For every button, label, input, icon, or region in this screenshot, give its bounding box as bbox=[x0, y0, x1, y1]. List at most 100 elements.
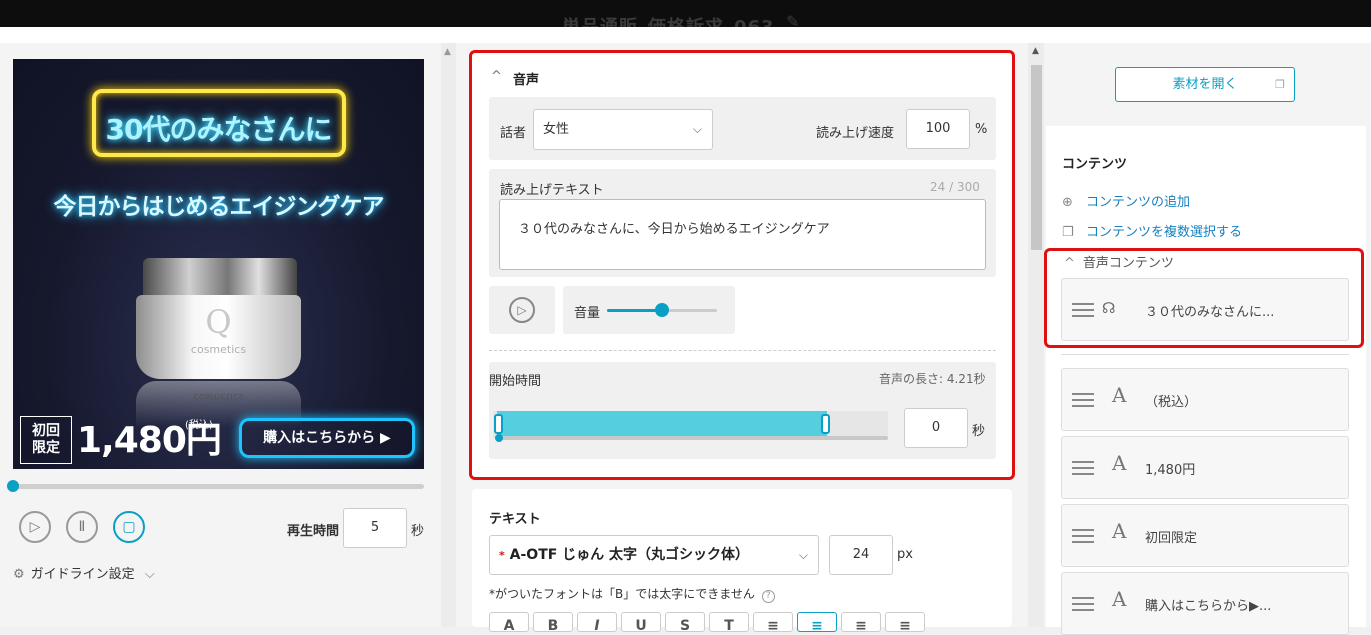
list-item-label: 初回限定 bbox=[1145, 531, 1198, 546]
drag-handle-icon[interactable] bbox=[1072, 529, 1094, 543]
list-item-label: 購入はこちらから▶... bbox=[1145, 599, 1272, 614]
first-time-line2: 限定 bbox=[32, 440, 60, 456]
banner-headline: 30代のみなさんに bbox=[105, 113, 333, 146]
list-item-label: 1,480円 bbox=[1145, 463, 1196, 478]
open-material-button[interactable]: 素材を開く ❐ bbox=[1115, 67, 1295, 102]
tts-text-label: 読み上げテキスト bbox=[500, 183, 604, 198]
text-color-button[interactable]: A bbox=[489, 612, 529, 632]
speed-unit: % bbox=[975, 122, 988, 137]
open-material-label: 素材を開く bbox=[1172, 77, 1238, 92]
jar-brand: Q bbox=[205, 303, 232, 341]
drag-handle-icon[interactable] bbox=[1072, 461, 1094, 475]
add-content-link[interactable]: ⊕ コンテンツの追加 bbox=[1062, 191, 1190, 210]
window-icon: ❐ bbox=[1275, 78, 1285, 91]
project-title[interactable]: 単品通販_価格訴求_063 bbox=[562, 13, 775, 27]
play-time-label: 再生時間 bbox=[287, 524, 340, 539]
font-note: *がついたフォントは「B」では太字にできません ? bbox=[489, 585, 775, 603]
banner-subheadline: 今日からはじめるエイジングケア bbox=[53, 194, 385, 220]
first-time-line1: 初回 bbox=[32, 423, 60, 439]
italic-button[interactable]: I bbox=[577, 612, 617, 632]
align-left-button[interactable]: ≡ bbox=[753, 612, 793, 632]
align-right-button[interactable]: ≡ bbox=[841, 612, 881, 632]
font-size-unit: px bbox=[897, 547, 913, 562]
speed-label: 読み上げ速度 bbox=[816, 126, 895, 141]
volume-fill bbox=[607, 309, 662, 312]
font-value: A-OTF じゅん 太字（丸ゴシック体） bbox=[509, 547, 750, 563]
scroll-up-icon[interactable]: ▲ bbox=[1032, 46, 1039, 56]
timeline-position-dot[interactable] bbox=[495, 434, 503, 442]
audio-section-title[interactable]: 音声 bbox=[513, 69, 539, 88]
seek-knob[interactable] bbox=[7, 480, 19, 492]
audio-clip-range[interactable] bbox=[497, 411, 827, 438]
underline-button[interactable]: U bbox=[621, 612, 661, 632]
volume-knob[interactable] bbox=[655, 303, 669, 317]
drag-handle-icon[interactable] bbox=[1072, 597, 1094, 611]
font-size-input[interactable]: 24 bbox=[829, 535, 893, 575]
banner-preview[interactable]: 30代のみなさんに 今日からはじめるエイジングケア Q cosmetics co… bbox=[13, 59, 424, 469]
chevron-down-icon: ⌵ bbox=[692, 122, 702, 136]
list-item[interactable]: A 初回限定 bbox=[1061, 504, 1349, 567]
list-item[interactable]: A （税込） bbox=[1061, 368, 1349, 431]
pause-icon[interactable]: Ⅱ bbox=[66, 511, 98, 543]
play-icon[interactable]: ▷ bbox=[509, 297, 535, 323]
cosmetic-jar: Q cosmetics bbox=[136, 295, 301, 379]
list-divider bbox=[1061, 354, 1349, 355]
text-style-button[interactable]: T bbox=[709, 612, 749, 632]
multi-select-icon: ❐ bbox=[1062, 225, 1074, 240]
font-select[interactable]: * A-OTF じゅん 太字（丸ゴシック体） ⌵ bbox=[489, 535, 819, 575]
text-layer-icon: A bbox=[1112, 519, 1127, 543]
seek-bar[interactable] bbox=[7, 480, 424, 492]
align-center-button[interactable]: ≡ bbox=[797, 612, 837, 632]
scroll-thumb[interactable] bbox=[1031, 65, 1042, 250]
contents-title: コンテンツ bbox=[1062, 157, 1128, 172]
range-end-handle[interactable] bbox=[821, 414, 830, 434]
tts-textarea[interactable]: ３０代のみなさんに、今日から始めるエイジングケア bbox=[499, 199, 986, 270]
char-counter: 24 / 300 bbox=[930, 180, 980, 194]
pencil-icon[interactable]: ✎ bbox=[786, 12, 799, 27]
bold-button[interactable]: B bbox=[533, 612, 573, 632]
play-icon[interactable]: ▷ bbox=[19, 511, 51, 543]
speed-input[interactable]: 100 bbox=[906, 109, 970, 149]
guideline-settings[interactable]: ⚙ ガイドライン設定 ⌵ bbox=[13, 563, 161, 582]
plus-circle-icon: ⊕ bbox=[1062, 195, 1073, 210]
speaker-label: 話者 bbox=[500, 126, 527, 141]
play-time-input[interactable]: 5 bbox=[343, 508, 407, 548]
range-start-handle[interactable] bbox=[494, 414, 503, 434]
audio-contents-highlight bbox=[1044, 248, 1364, 348]
properties-scrollbar[interactable]: ▲ bbox=[1028, 43, 1044, 627]
speaker-value: 女性 bbox=[543, 122, 570, 137]
speaker-select[interactable]: 女性 ⌵ bbox=[533, 109, 713, 150]
stop-icon[interactable]: ▢ bbox=[113, 511, 145, 543]
start-time-label: 開始時間 bbox=[489, 374, 542, 389]
add-content-label: コンテンツの追加 bbox=[1086, 195, 1191, 210]
text-layer-icon: A bbox=[1112, 451, 1127, 475]
line-spacing-button[interactable]: ≡ bbox=[885, 612, 925, 632]
jar-label: cosmetics bbox=[190, 343, 247, 356]
list-item[interactable]: A 1,480円 bbox=[1061, 436, 1349, 499]
collapse-icon[interactable]: ^ bbox=[491, 69, 502, 84]
duration-text: 音声の長さ: 4.21秒 bbox=[879, 372, 986, 386]
volume-label: 音量 bbox=[574, 306, 601, 321]
help-icon[interactable]: ? bbox=[761, 590, 775, 603]
list-item[interactable]: A 購入はこちらから▶... bbox=[1061, 572, 1349, 635]
gear-icon: ⚙ bbox=[13, 567, 25, 582]
jar-lid bbox=[143, 258, 297, 298]
title-bar: 単品通販_価格訴求_063 ✎ bbox=[0, 0, 1371, 27]
jar-reflection-text: cosmetics bbox=[193, 391, 244, 402]
multi-select-link[interactable]: ❐ コンテンツを複数選択する bbox=[1062, 221, 1242, 240]
text-layer-icon: A bbox=[1112, 383, 1127, 407]
chevron-down-icon: ⌵ bbox=[144, 567, 155, 582]
scroll-up-icon[interactable]: ▲ bbox=[444, 47, 451, 57]
multi-select-label: コンテンツを複数選択する bbox=[1086, 225, 1243, 240]
strike-button[interactable]: S bbox=[665, 612, 705, 632]
timeline-track[interactable] bbox=[497, 436, 888, 440]
start-time-input[interactable]: 0 bbox=[904, 408, 968, 448]
drag-handle-icon[interactable] bbox=[1072, 393, 1094, 407]
top-strip bbox=[0, 27, 1371, 43]
preview-scrollbar[interactable]: ▲ bbox=[441, 43, 456, 627]
list-item-label: （税込） bbox=[1145, 395, 1198, 410]
tax-note: (税込) bbox=[185, 420, 213, 431]
font-note-text: *がついたフォントは「B」では太字にできません bbox=[489, 587, 755, 601]
chevron-down-icon: ⌵ bbox=[798, 548, 808, 562]
section-divider bbox=[489, 350, 996, 351]
